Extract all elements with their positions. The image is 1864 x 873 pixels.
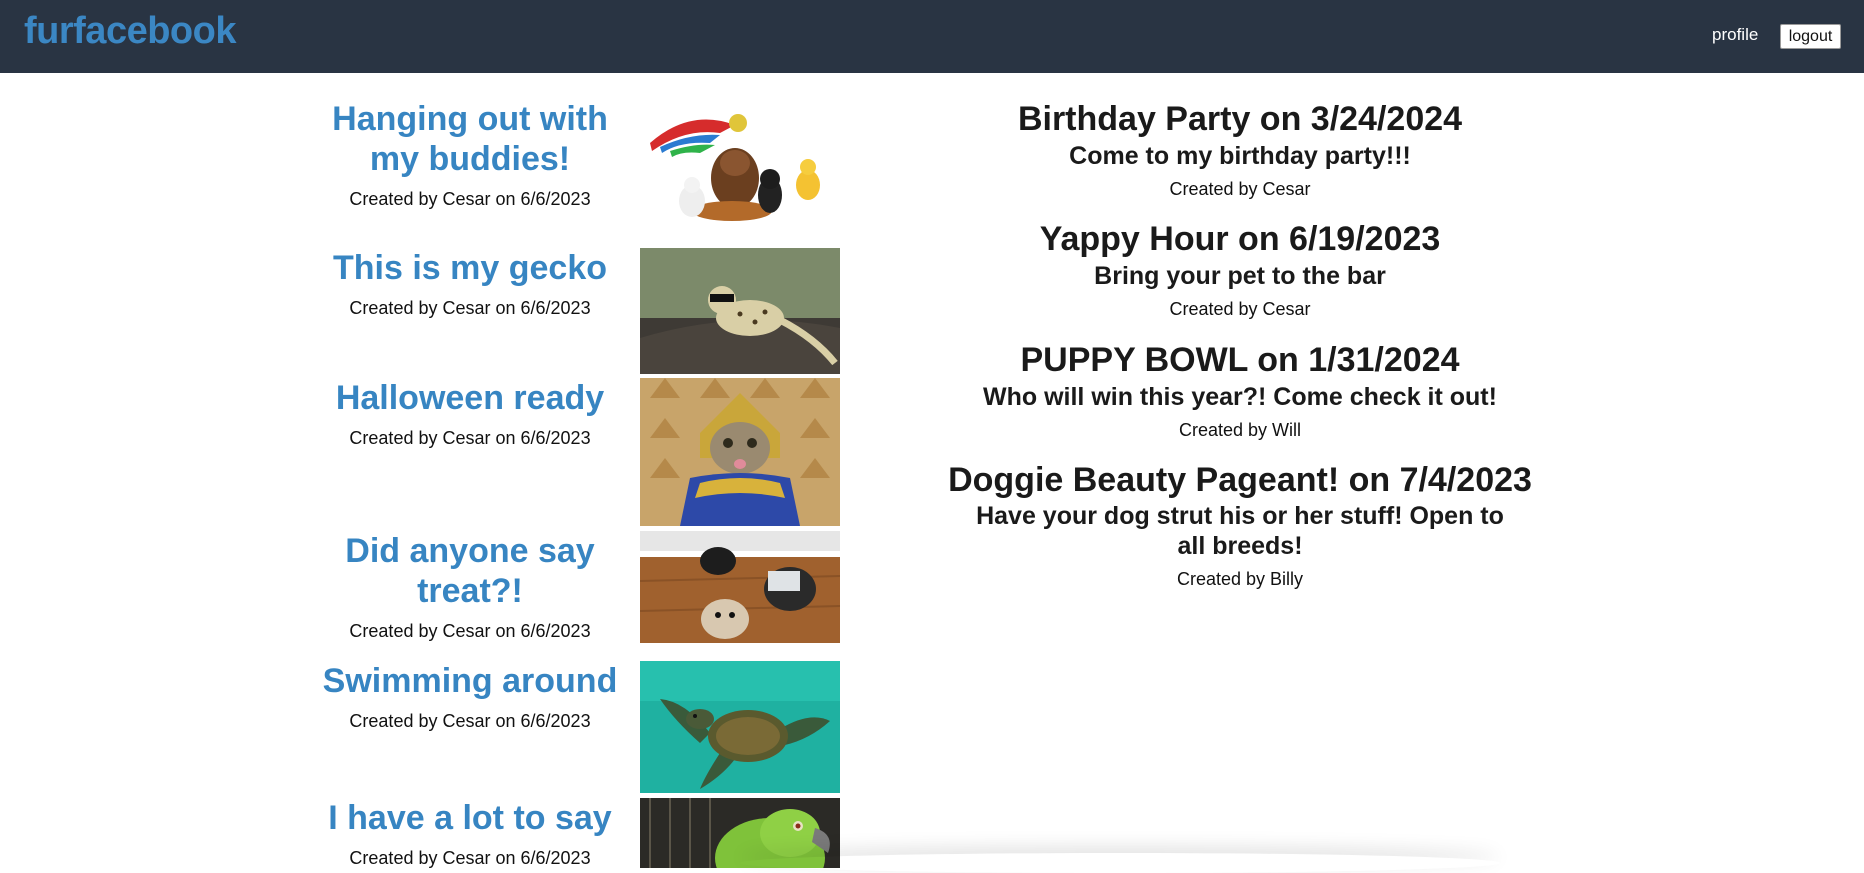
post-image-dogs-treat[interactable]: [640, 531, 840, 643]
post-meta: Created by Cesar on 6/6/2023: [349, 189, 591, 209]
event-meta: Created by Cesar: [1169, 179, 1311, 199]
event-title: Yappy Hour on 6/19/2023: [1039, 220, 1441, 258]
post-title[interactable]: Did anyone say treat?!: [320, 531, 620, 611]
dogs-treat-image: [640, 531, 840, 643]
post-image-gecko[interactable]: [640, 248, 840, 374]
bottom-shadow: [740, 853, 1500, 873]
event-description: Who will win this year?! Come check it o…: [983, 383, 1497, 411]
post-meta: Created by Cesar on 6/6/2023: [349, 711, 591, 731]
events-list: Birthday Party on 3/24/2024 Come to my b…: [900, 73, 1580, 863]
pets-group-image: [640, 103, 840, 226]
event-meta: Created by Cesar: [1169, 299, 1311, 319]
post-title[interactable]: This is my gecko: [320, 248, 620, 288]
event-description: Come to my birthday party!!!: [1069, 142, 1411, 170]
brand-logo-link[interactable]: furfacebook: [24, 10, 236, 53]
post-title[interactable]: I have a lot to say: [320, 798, 620, 838]
post-meta: Created by Cesar on 6/6/2023: [349, 298, 591, 318]
post-meta: Created by Cesar on 6/6/2023: [349, 428, 591, 448]
gecko-image: [640, 248, 840, 374]
event-description: Bring your pet to the bar: [1094, 262, 1386, 290]
post-title[interactable]: Swimming around: [320, 661, 620, 701]
event-description: Have your dog strut his or her stuff! Op…: [976, 502, 1504, 560]
post-image-sea-turtle[interactable]: [640, 661, 840, 793]
post-image-pets-group[interactable]: [640, 103, 840, 226]
event-title: Birthday Party on 3/24/2024: [1017, 100, 1463, 138]
sea-turtle-image: [640, 661, 840, 793]
event-title: Doggie Beauty Pageant! on 7/4/2023: [948, 461, 1532, 499]
profile-link[interactable]: profile: [1712, 25, 1758, 45]
logout-button[interactable]: logout: [1780, 24, 1841, 49]
cat-pharaoh-image: [640, 378, 840, 526]
post-title[interactable]: Halloween ready: [320, 378, 620, 418]
post-title[interactable]: Hanging out with my buddies!: [320, 99, 620, 179]
top-navbar: furfacebook profile logout: [0, 0, 1864, 73]
post-image-cat-pharaoh[interactable]: [640, 378, 840, 526]
post-meta: Created by Cesar on 6/6/2023: [349, 848, 591, 868]
post-meta: Created by Cesar on 6/6/2023: [349, 621, 591, 641]
posts-feed: Hanging out with my buddies! Created by …: [0, 73, 860, 868]
event-meta: Created by Billy: [1176, 569, 1304, 589]
event-title: PUPPY BOWL on 1/31/2024: [1020, 341, 1460, 379]
event-meta: Created by Will: [1178, 420, 1302, 440]
